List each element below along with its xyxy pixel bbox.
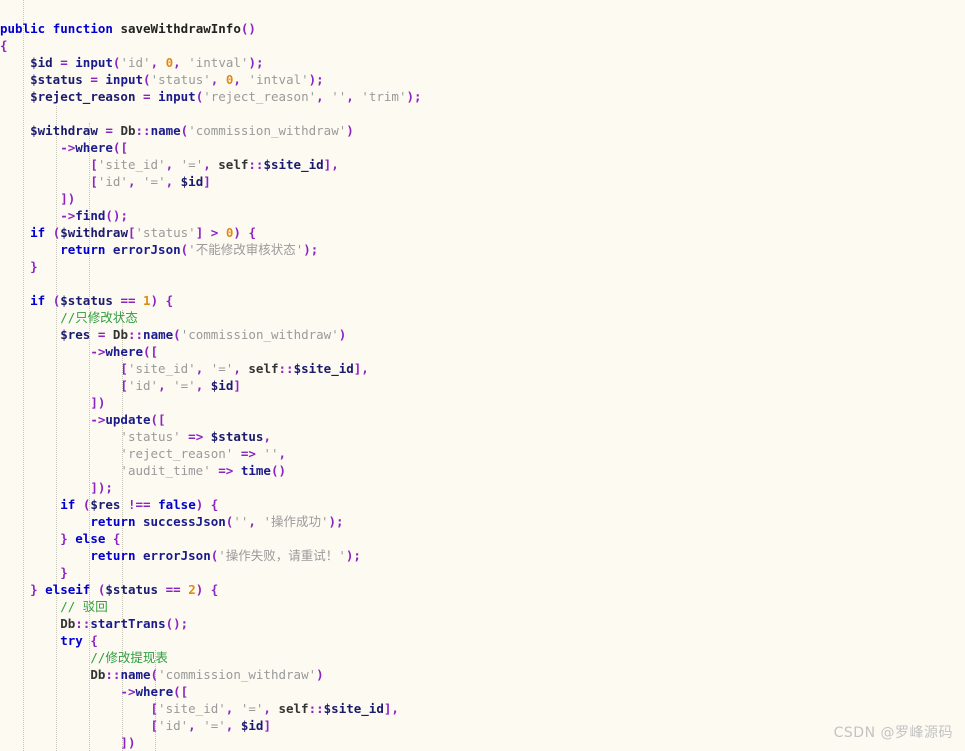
code-line-38: //修改提现表 <box>90 650 168 665</box>
code-line-14: return errorJson('不能修改审核状态'); <box>60 242 319 257</box>
code-line-23: ]) <box>90 395 106 410</box>
code-line-21: ['site_id', '=', self::$site_id], <box>120 361 369 376</box>
code-line-7: $withdraw = Db::name('commission_withdra… <box>30 123 354 138</box>
code-line-15: } <box>30 259 38 274</box>
code-text[interactable]: public function saveWithdrawInfo() { $id … <box>0 0 422 751</box>
code-line-8: ->where([ <box>60 140 128 155</box>
code-line-9: ['site_id', '=', self::$site_id], <box>90 157 339 172</box>
code-line-5: $reject_reason = input('reject_reason', … <box>30 89 422 104</box>
code-line-36: Db::startTrans(); <box>60 616 189 631</box>
code-line-26: 'reject_reason' => '', <box>120 446 287 461</box>
code-line-40: ->where([ <box>120 684 189 699</box>
code-line-27: 'audit_time' => time() <box>120 463 287 478</box>
code-line-12: ->find(); <box>60 208 128 223</box>
code-line-11: ]) <box>60 191 76 206</box>
code-line-29: if ($res !== false) { <box>60 497 219 512</box>
code-line-33: } <box>60 565 68 580</box>
code-line-25: 'status' => $status, <box>120 429 271 444</box>
csdn-watermark: CSDN @罗峰源码 <box>833 725 953 741</box>
code-line-4: $status = input('status', 0, 'intval'); <box>30 72 324 87</box>
code-line-35: // 驳回 <box>60 599 108 614</box>
code-editor-viewport[interactable]: public function saveWithdrawInfo() { $id … <box>0 0 965 751</box>
code-line-18: //只修改状态 <box>60 310 138 325</box>
code-line-22: ['id', '=', $id] <box>120 378 241 393</box>
code-line-28: ]); <box>90 480 113 495</box>
code-line-30: return successJson('', '操作成功'); <box>90 514 344 529</box>
code-line-32: return errorJson('操作失败，请重试！'); <box>90 548 361 563</box>
code-line-19: $res = Db::name('commission_withdraw') <box>60 327 347 342</box>
code-line-3: $id = input('id', 0, 'intval'); <box>30 55 264 70</box>
code-line-20: ->where([ <box>90 344 159 359</box>
code-line-39: Db::name('commission_withdraw') <box>90 667 324 682</box>
code-line-41: ['site_id', '=', self::$site_id], <box>150 701 399 716</box>
code-line-34: } elseif ($status == 2) { <box>30 582 219 597</box>
code-line-2: { <box>0 38 8 53</box>
code-line-10: ['id', '=', $id] <box>90 174 211 189</box>
code-line-24: ->update([ <box>90 412 166 427</box>
code-line-17: if ($status == 1) { <box>30 293 174 308</box>
code-line-1: public function saveWithdrawInfo() <box>0 21 256 36</box>
code-line-13: if ($withdraw['status'] > 0) { <box>30 225 256 240</box>
code-line-31: } else { <box>60 531 121 546</box>
code-line-43: ]) <box>120 735 136 750</box>
code-line-42: ['id', '=', $id] <box>150 718 271 733</box>
code-line-37: try { <box>60 633 98 648</box>
